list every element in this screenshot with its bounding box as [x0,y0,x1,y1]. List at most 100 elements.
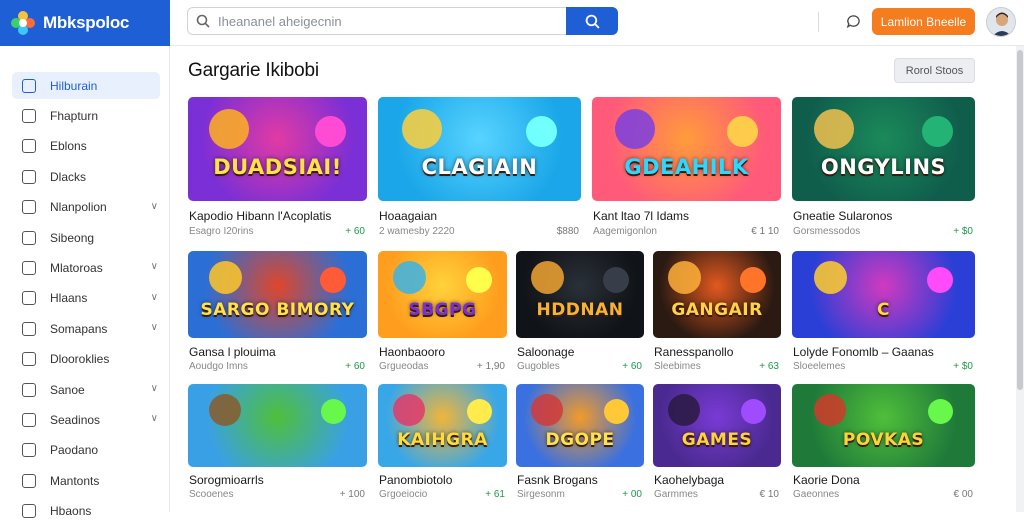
game-title[interactable]: Ranesspanollo [654,345,733,359]
sidebar-item[interactable]: Dlacks [12,163,160,190]
search-field[interactable]: Iheananel aheigecnin [187,7,567,35]
sidebar-item[interactable]: Mantonts [12,467,160,494]
game-card[interactable]: ONGYLINS Gneatie Sularonos Gorsmessodos + $… [792,97,975,240]
chevron-down-icon[interactable]: ∨ [151,383,158,394]
game-subtitle: Garmmes [654,489,698,500]
game-title[interactable]: Panombiotolo [379,473,452,487]
game-subtitle: Sloeelemes [793,361,846,372]
game-card[interactable]: DGOPE Fasnk Brogans Sirgesonm + 00 [516,384,644,503]
chevron-down-icon[interactable]: ∨ [151,261,158,272]
game-price: $880 [556,226,579,237]
chevron-down-icon[interactable]: ∨ [151,292,158,303]
thumbnail-decoration [814,261,847,294]
game-thumbnail[interactable]: C [792,251,975,338]
sidebar-item[interactable]: Paodano [12,437,160,464]
game-title[interactable]: Hoaagaian [379,209,437,223]
game-card[interactable]: C Lolyde Fonomlb – Gaanas Sloeelemes + $0 [792,251,975,375]
sort-button[interactable]: Rorol Stoos [894,58,975,83]
game-title[interactable]: Fasnk Brogans [517,473,598,487]
game-art-title: CLAGIAIN [421,155,538,179]
game-price: + $0 [953,226,973,237]
chevron-down-icon[interactable]: ∨ [151,322,158,333]
game-thumbnail[interactable]: DGOPE [516,384,644,467]
brand[interactable]: Mbkspoloc [0,0,170,46]
nav-item-icon [22,139,36,154]
game-thumbnail[interactable]: HDDNAN [516,251,644,338]
sidebar-item[interactable]: Hbaons [12,498,160,525]
game-thumbnail[interactable]: GANGAIR [653,251,781,338]
game-thumbnail[interactable]: SBGPG [378,251,507,338]
game-thumbnail[interactable]: DUADSIAI! [188,97,367,201]
chevron-down-icon[interactable]: ∨ [151,413,158,424]
sidebar-item[interactable]: Hilburain [12,72,160,99]
game-price: + 63 [759,361,779,372]
game-art-title: GDEAHILK [624,155,749,179]
nav-item-icon [22,260,36,275]
game-title[interactable]: Kaohelybaga [654,473,724,487]
game-title[interactable]: Saloonage [517,345,574,359]
game-title[interactable]: Kaorie Dona [793,473,860,487]
game-thumbnail[interactable]: KAIHGRA [378,384,507,467]
game-art-title: HDDNAN [536,300,624,320]
sidebar-item[interactable]: Somapans ∨ [12,315,160,342]
game-title[interactable]: Lolyde Fonomlb – Gaanas [793,345,934,359]
game-card[interactable]: KAIHGRA Panombiotolo Grgoeiocio + 61 [378,384,507,503]
game-thumbnail[interactable]: SARGO BIMORY [188,251,367,338]
game-art-title: KAIHGRA [397,430,488,450]
game-card[interactable]: CLAGIAIN Hoaagaian 2 wamesby 2220 $880 [378,97,581,240]
game-title[interactable]: Sorogmioarrls [189,473,264,487]
thumbnail-decoration [209,261,242,294]
nav-item-icon [22,412,36,427]
sidebar-item[interactable]: Hlaans ∨ [12,285,160,312]
game-thumbnail[interactable] [188,384,367,467]
game-card[interactable]: GDEAHILK Kant ltao 7l Idams Aagemigonlon € … [592,97,781,240]
nav-item-icon [22,443,36,458]
thumbnail-decoration [668,261,701,294]
page-title: Gargarie Ikibobi [188,60,319,81]
game-subtitle: Aagemigonlon [593,226,657,237]
nav-item-icon [22,291,36,306]
game-card[interactable]: SARGO BIMORY Gansa l plouima Aoudgo Imns + … [188,251,367,375]
game-title[interactable]: Haonbaooro [379,345,445,359]
nav-item-icon [22,321,36,336]
scrollbar[interactable] [1016,46,1024,512]
game-price: + 61 [485,489,505,500]
sidebar-item[interactable]: Mlatoroas ∨ [12,254,160,281]
scrollbar-thumb[interactable] [1017,50,1023,390]
avatar[interactable] [986,7,1016,37]
game-art-title: GANGAIR [671,300,763,320]
top-bar: Mbkspoloc Iheananel aheigecnin Lamlion B… [0,0,1024,46]
game-card[interactable]: GAMES Kaohelybaga Garmmes € 10 [653,384,781,503]
game-thumbnail[interactable]: ONGYLINS [792,97,975,201]
game-title[interactable]: Kant ltao 7l Idams [593,209,689,223]
game-card[interactable]: POVKAS Kaorie Dona Gaeonnes € 00 [792,384,975,503]
sidebar-item[interactable]: Eblons [12,133,160,160]
game-title[interactable]: Gansa l plouima [189,345,276,359]
chevron-down-icon[interactable]: ∨ [151,201,158,212]
game-thumbnail[interactable]: CLAGIAIN [378,97,581,201]
sidebar-item-label: Seadinos [50,412,101,427]
game-card[interactable]: HDDNAN Saloonage Gugobles + 60 [516,251,644,375]
game-thumbnail[interactable]: GAMES [653,384,781,467]
sidebar-item[interactable]: Sibeong [12,224,160,251]
chat-bubble-icon [846,14,860,28]
sidebar-item[interactable]: Dlooroklies [12,346,160,373]
sidebar-item[interactable]: Seadinos ∨ [12,406,160,433]
sidebar-item[interactable]: Nlanpolion ∨ [12,194,160,221]
sidebar-item[interactable]: Sanoe ∨ [12,376,160,403]
game-title[interactable]: Gneatie Sularonos [793,209,892,223]
search-button[interactable] [566,7,618,35]
game-card[interactable]: Sorogmioarrls Scooenes + 100 [188,384,367,503]
game-thumbnail[interactable]: POVKAS [792,384,975,467]
primary-action-button[interactable]: Lamlion Bneelle [872,8,975,35]
sidebar-item-label: Hbaons [50,504,92,519]
game-title[interactable]: Kapodio Hibann l'Acoplatis [189,209,331,223]
sidebar-item[interactable]: Fhapturn [12,102,160,129]
game-card[interactable]: DUADSIAI! Kapodio Hibann l'Acoplatis Esagr… [188,97,367,240]
chat-button[interactable] [842,10,864,32]
game-art-title: SARGO BIMORY [200,300,355,320]
game-card[interactable]: GANGAIR Ranesspanollo Sleebimes + 63 [653,251,781,375]
game-thumbnail[interactable]: GDEAHILK [592,97,781,201]
game-subtitle: Sirgesonm [517,489,565,500]
game-card[interactable]: SBGPG Haonbaooro Grgueodas + 1,90 [378,251,507,375]
